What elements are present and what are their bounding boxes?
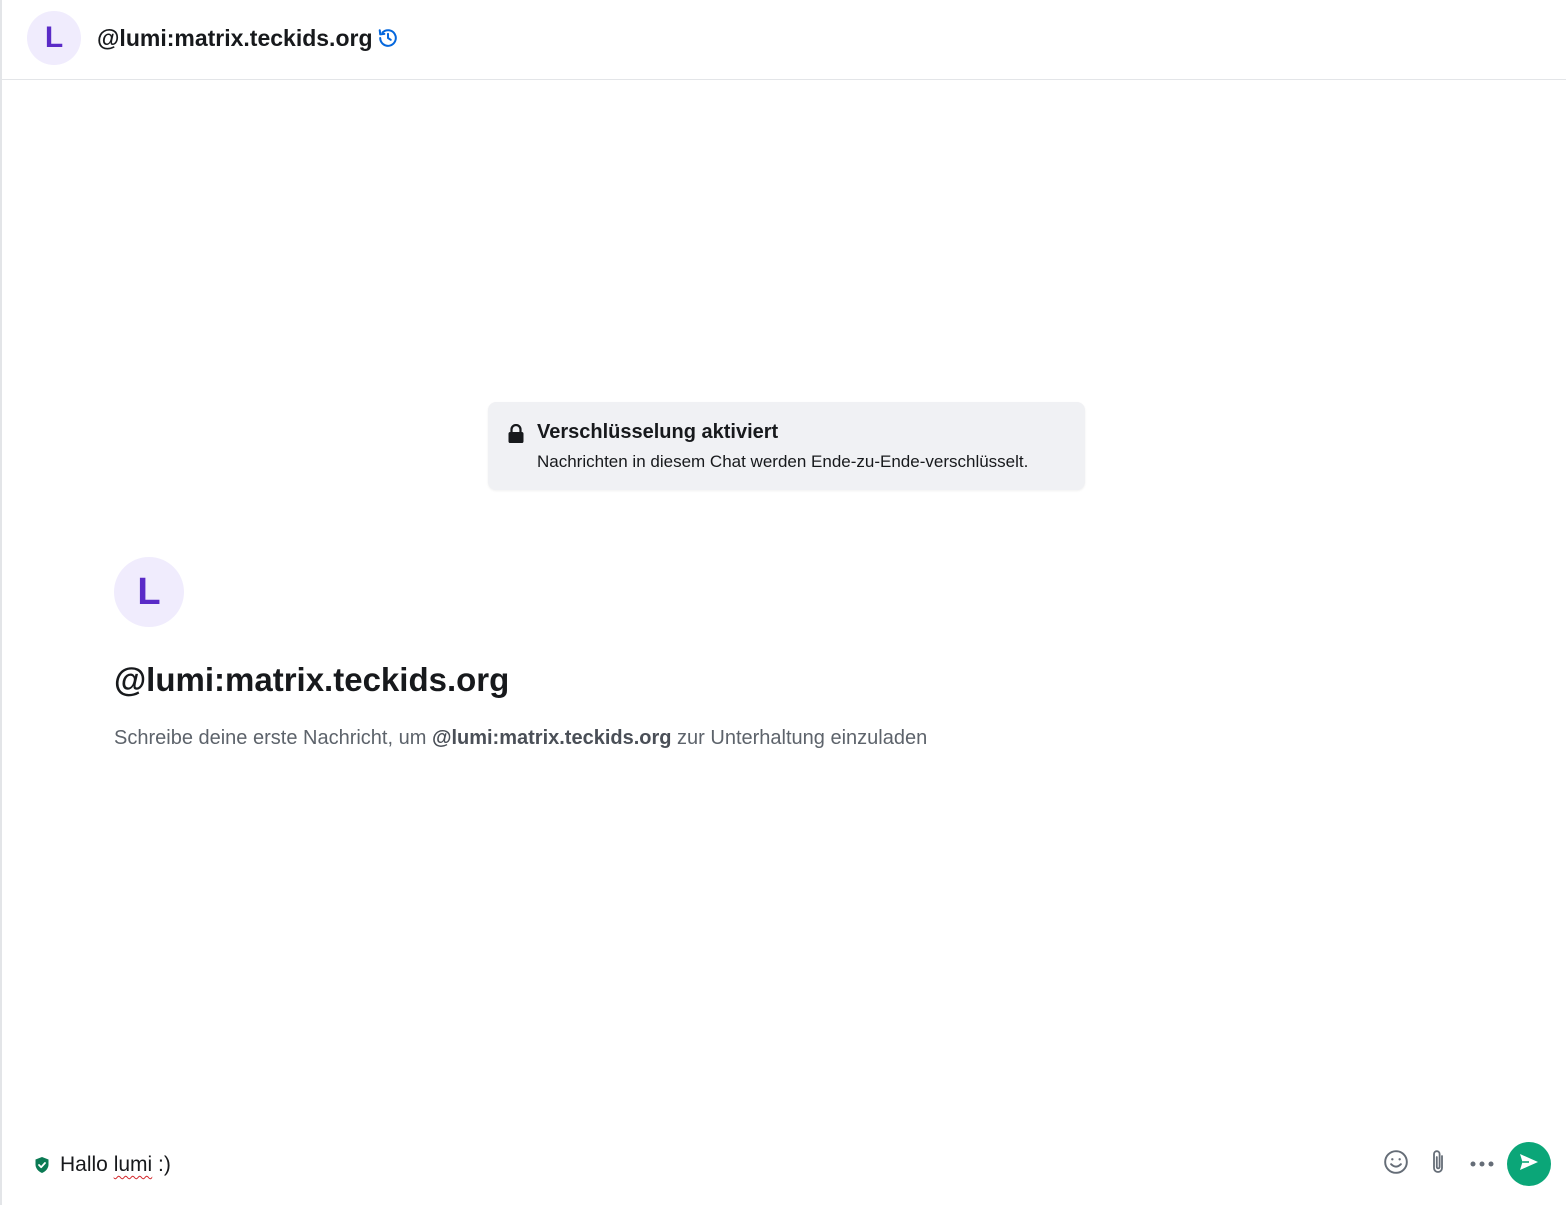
- encryption-title: Verschlüsselung aktiviert: [537, 421, 779, 443]
- intro-user: @lumi:matrix.teckids.org: [431, 727, 672, 749]
- intro-text: Schreibe deine erste Nachricht, um @lumi…: [114, 727, 927, 750]
- avatar-initial: L: [44, 21, 64, 54]
- avatar[interactable]: L: [27, 11, 81, 65]
- emoji-button[interactable]: [1381, 1149, 1411, 1179]
- room-title[interactable]: @lumi:matrix.teckids.org: [97, 24, 373, 52]
- avatar-initial: L: [137, 570, 161, 613]
- avatar[interactable]: L: [114, 557, 184, 627]
- intro-title: @lumi:matrix.teckids.org: [114, 661, 510, 698]
- emoji-icon: [1383, 1149, 1409, 1180]
- encryption-notice: Verschlüsselung aktiviert Nachrichten in…: [488, 402, 1085, 490]
- encryption-description: Nachrichten in diesem Chat werden Ende-z…: [537, 452, 1029, 471]
- room-header: L @lumi:matrix.teckids.org: [2, 0, 1566, 80]
- more-options-button[interactable]: [1467, 1149, 1497, 1179]
- intro-text-after: zur Unterhaltung einzuladen: [671, 727, 928, 749]
- message-input[interactable]: Hallo lumi :): [60, 1150, 1360, 1180]
- shield-check-icon: [34, 1156, 50, 1174]
- intro-text-before: Schreibe deine erste Nachricht, um: [114, 727, 432, 749]
- paperclip-icon: [1428, 1148, 1450, 1181]
- send-icon: [1519, 1153, 1539, 1176]
- message-text: Hallo: [60, 1153, 114, 1176]
- attach-button[interactable]: [1424, 1149, 1454, 1179]
- message-text-suffix: :): [152, 1153, 171, 1176]
- message-composer: Hallo lumi :): [2, 1130, 1566, 1205]
- misspelled-word: lumi: [113, 1153, 153, 1176]
- send-button[interactable]: [1507, 1142, 1551, 1186]
- chat-room: L @lumi:matrix.teckids.org Verschlüsselu…: [0, 0, 1566, 1205]
- more-horizontal-icon: [1469, 1155, 1495, 1173]
- history-icon[interactable]: [377, 27, 399, 49]
- lock-icon: [507, 423, 525, 444]
